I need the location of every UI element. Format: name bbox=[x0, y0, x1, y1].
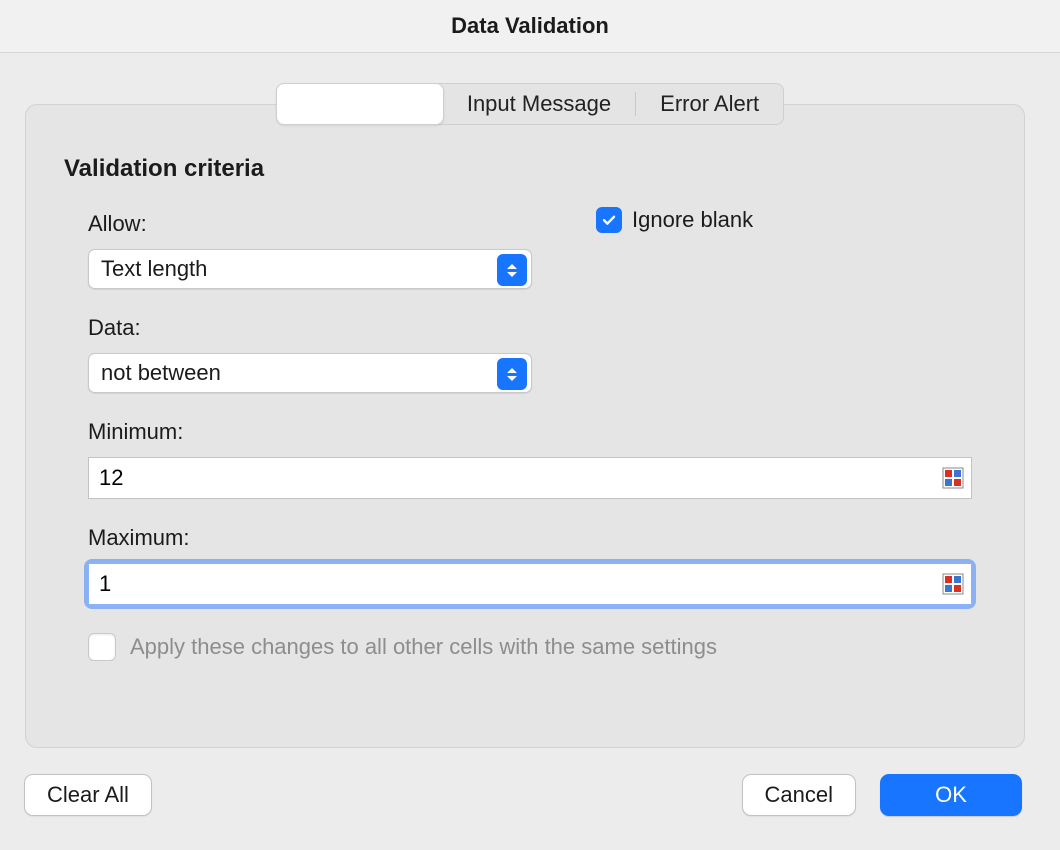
allow-value: Text length bbox=[101, 256, 207, 282]
range-picker-icon[interactable] bbox=[942, 573, 964, 595]
clear-all-button[interactable]: Clear All bbox=[24, 774, 152, 816]
ignore-blank-label: Ignore blank bbox=[632, 207, 753, 233]
settings-panel: Validation criteria Allow: Text length I… bbox=[25, 104, 1025, 748]
minimum-label: Minimum: bbox=[88, 419, 986, 445]
apply-all-label: Apply these changes to all other cells w… bbox=[130, 634, 717, 660]
dropdown-stepper-icon bbox=[497, 254, 527, 286]
data-select[interactable]: not between bbox=[88, 353, 532, 393]
maximum-label: Maximum: bbox=[88, 525, 986, 551]
tab-input-message[interactable]: Input Message bbox=[443, 84, 635, 124]
range-picker-icon[interactable] bbox=[942, 467, 964, 489]
maximum-field-wrap bbox=[88, 563, 972, 605]
checkmark-icon bbox=[601, 212, 617, 228]
minimum-field-wrap bbox=[88, 457, 972, 499]
dialog-footer: Clear All Cancel OK bbox=[24, 774, 1022, 816]
apply-all-row: Apply these changes to all other cells w… bbox=[88, 633, 986, 661]
data-label: Data: bbox=[88, 315, 986, 341]
minimum-input[interactable] bbox=[88, 457, 972, 499]
ok-button[interactable]: OK bbox=[880, 774, 1022, 816]
tab-strip: Input Message Error Alert bbox=[0, 83, 1060, 125]
allow-label: Allow: bbox=[88, 211, 986, 237]
apply-all-checkbox bbox=[88, 633, 116, 661]
window-title: Data Validation bbox=[0, 0, 1060, 53]
cancel-button[interactable]: Cancel bbox=[742, 774, 856, 816]
dropdown-stepper-icon bbox=[497, 358, 527, 390]
criteria-section-title: Validation criteria bbox=[64, 155, 986, 183]
tab-error-alert[interactable]: Error Alert bbox=[636, 84, 783, 124]
ignore-blank-row: Ignore blank bbox=[596, 207, 753, 233]
maximum-input[interactable] bbox=[88, 563, 972, 605]
data-value: not between bbox=[101, 360, 221, 386]
allow-select[interactable]: Text length bbox=[88, 249, 532, 289]
tab-segmented-control: Input Message Error Alert bbox=[276, 83, 784, 125]
tab-settings[interactable] bbox=[276, 83, 444, 125]
ignore-blank-checkbox[interactable] bbox=[596, 207, 622, 233]
